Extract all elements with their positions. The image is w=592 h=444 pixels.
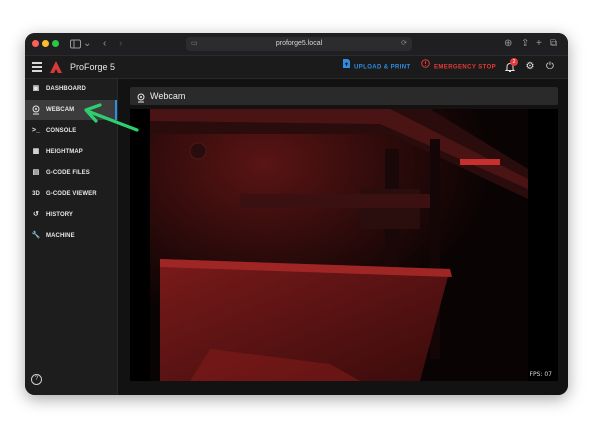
main-content: Webcam FPS: 07 [118, 79, 568, 395]
sidebar-item-label: MACHINE [46, 233, 75, 239]
estop-label: EMERGENCY STOP [434, 64, 497, 71]
maximize-window-button[interactable] [52, 40, 59, 47]
sidebar-toggle-icon[interactable] [70, 37, 81, 51]
tab-overview-icon[interactable]: ⧉ [550, 37, 557, 51]
menu-icon[interactable] [32, 62, 42, 72]
sidebar-item-machine[interactable]: 🔧 MACHINE [25, 226, 117, 246]
stop-alert-icon [421, 56, 430, 78]
browser-toolbar: ⌄ ‹ › ▭ proforge5.local ⟳ ⊕ ⇪ + ⧉ [25, 33, 568, 56]
upload-label: UPLOAD & PRINT [354, 64, 411, 71]
sidebar-item-label: CONSOLE [46, 128, 77, 134]
sidebar-item-label: G-CODE FILES [46, 170, 90, 176]
app-header: ProForge 5 UPLOAD & PRINT EMERGENCY STOP… [25, 56, 568, 79]
app-title: ProForge 5 [70, 62, 116, 72]
forward-icon[interactable]: › [119, 37, 122, 51]
sidebar-item-label: HEIGHTMAP [46, 149, 83, 155]
sidebar-item-gcode-viewer[interactable]: 3D G-CODE VIEWER [25, 184, 117, 204]
notification-badge: 2 [510, 58, 518, 66]
back-icon[interactable]: ‹ [103, 37, 106, 51]
emergency-stop-button[interactable]: EMERGENCY STOP [421, 56, 496, 79]
reload-icon[interactable]: ⟳ [401, 37, 407, 51]
sidebar-item-history[interactable]: ↺ HISTORY [25, 205, 117, 225]
address-bar[interactable]: ▭ proforge5.local ⟳ [186, 37, 412, 51]
console-icon: >_ [31, 127, 41, 134]
logo-icon [49, 60, 63, 74]
sidebar-item-label: WEBCAM [46, 107, 75, 113]
chevron-down-icon[interactable]: ⌄ [83, 37, 91, 51]
upload-print-button[interactable]: UPLOAD & PRINT [343, 56, 411, 79]
webcam-panel-header: Webcam [130, 87, 558, 105]
close-window-button[interactable] [32, 40, 39, 47]
sidebar-item-label: HISTORY [46, 212, 74, 218]
file-upload-icon [343, 56, 350, 78]
webcam-frame-image [130, 109, 558, 381]
sidebar-item-gcode-files[interactable]: ▤ G-CODE FILES [25, 163, 117, 183]
url-text: proforge5.local [275, 40, 323, 47]
fps-counter: FPS: 07 [529, 371, 552, 378]
grid-icon: ▦ [32, 148, 40, 155]
sidebar-item-label: DASHBOARD [46, 86, 86, 92]
dashboard-icon: ▣ [32, 85, 40, 92]
new-tab-icon[interactable]: + [536, 37, 542, 51]
page-icon: ▭ [191, 40, 198, 47]
sidebar-item-dashboard[interactable]: ▣ DASHBOARD [25, 79, 117, 99]
power-icon[interactable]: ⏻ [544, 61, 556, 73]
history-icon: ↺ [33, 211, 39, 218]
share-icon[interactable]: ⇪ [521, 37, 529, 51]
sidebar-item-label: G-CODE VIEWER [46, 191, 97, 197]
webcam-icon [31, 105, 41, 115]
settings-icon[interactable]: ⚙ [524, 61, 536, 73]
webcam-icon [136, 91, 146, 103]
help-icon[interactable]: ? [31, 374, 42, 385]
3d-icon: 3D [32, 191, 40, 197]
annotation-arrow-icon [80, 103, 140, 133]
download-icon[interactable]: ⊕ [504, 37, 512, 51]
webcam-title: Webcam [150, 91, 186, 101]
file-icon: ▤ [32, 169, 40, 176]
browser-window: ⌄ ‹ › ▭ proforge5.local ⟳ ⊕ ⇪ + ⧉ ProFor… [25, 33, 568, 395]
sidebar-item-heightmap[interactable]: ▦ HEIGHTMAP [25, 142, 117, 162]
webcam-stream: FPS: 07 [130, 109, 558, 381]
wrench-icon: 🔧 [31, 232, 41, 239]
minimize-window-button[interactable] [42, 40, 49, 47]
